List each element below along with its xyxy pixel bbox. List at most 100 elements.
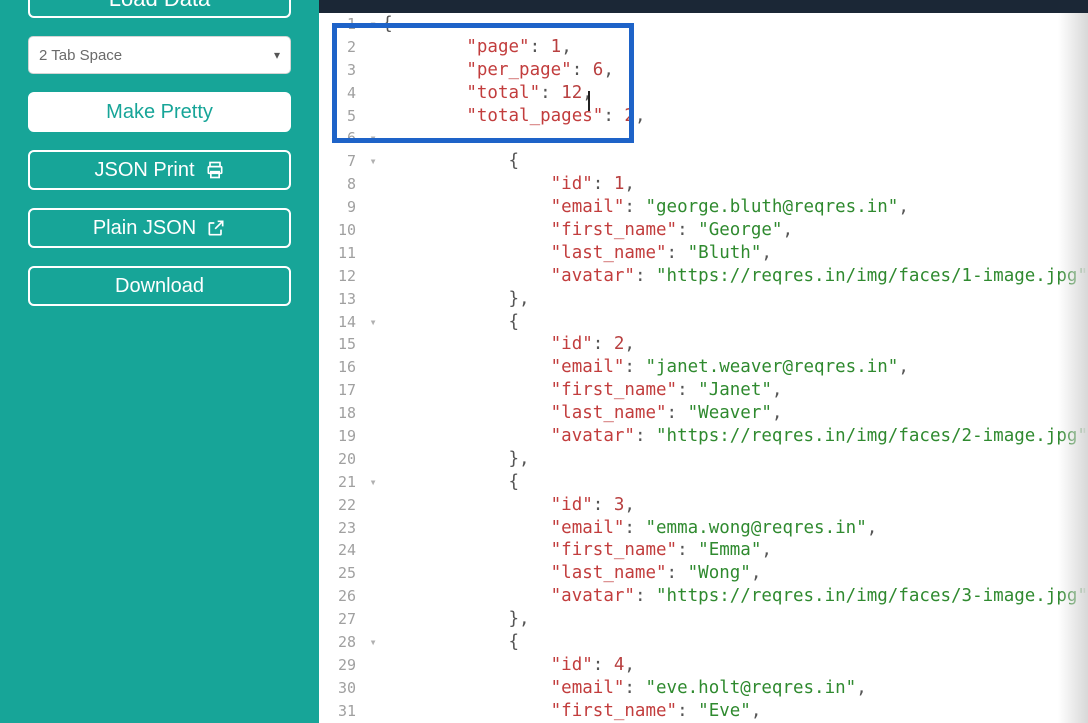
- line-number: 5: [319, 105, 356, 128]
- fold-spacer: [364, 494, 382, 517]
- line-number: 29: [319, 654, 356, 677]
- line-number: 21: [319, 471, 356, 494]
- code-line[interactable]: "avatar": "https://reqres.in/img/faces/1…: [382, 265, 1088, 288]
- fold-spacer: [364, 105, 382, 128]
- code-line[interactable]: },: [382, 288, 1088, 311]
- code-content[interactable]: { "page": 1, "per_page": 6, "total": 12,…: [382, 13, 1088, 723]
- line-number: 6: [319, 127, 356, 150]
- load-data-button[interactable]: Load Data: [28, 0, 291, 18]
- load-data-label: Load Data: [109, 0, 211, 12]
- line-number: 25: [319, 562, 356, 585]
- fold-spacer: [364, 173, 382, 196]
- line-number: 17: [319, 379, 356, 402]
- fold-spacer: [364, 562, 382, 585]
- editor-area: 1234567891011121314151617181920212223242…: [319, 0, 1088, 723]
- code-line[interactable]: "first_name": "Janet",: [382, 379, 1088, 402]
- code-line[interactable]: "first_name": "Eve",: [382, 700, 1088, 723]
- fold-toggle-icon[interactable]: ▾: [364, 311, 382, 334]
- fold-toggle-icon[interactable]: ▾: [364, 471, 382, 494]
- code-line[interactable]: "email": "emma.wong@reqres.in",: [382, 517, 1088, 540]
- fold-spacer: [364, 356, 382, 379]
- fold-spacer: [364, 700, 382, 723]
- line-number: 19: [319, 425, 356, 448]
- tab-space-label: 2 Tab Space: [39, 47, 122, 64]
- fold-toggle-icon[interactable]: ▾: [364, 631, 382, 654]
- line-number: 16: [319, 356, 356, 379]
- code-line[interactable]: "email": "george.bluth@reqres.in",: [382, 196, 1088, 219]
- sidebar: Load Data 2 Tab Space ▾ Make Pretty JSON…: [0, 0, 319, 723]
- line-number: 11: [319, 242, 356, 265]
- fold-spacer: [364, 265, 382, 288]
- fold-spacer: [364, 59, 382, 82]
- code-line[interactable]: "id": 3,: [382, 494, 1088, 517]
- line-number: 10: [319, 219, 356, 242]
- code-line[interactable]: "first_name": "George",: [382, 219, 1088, 242]
- code-line[interactable]: "last_name": "Bluth",: [382, 242, 1088, 265]
- chevron-down-icon: ▾: [274, 48, 280, 62]
- code-line[interactable]: "last_name": "Wong",: [382, 562, 1088, 585]
- code-line[interactable]: "avatar": "https://reqres.in/img/faces/2…: [382, 425, 1088, 448]
- line-number: 20: [319, 448, 356, 471]
- code-line[interactable]: },: [382, 608, 1088, 631]
- code-line[interactable]: "id": 2,: [382, 333, 1088, 356]
- line-number: 18: [319, 402, 356, 425]
- line-number: 26: [319, 585, 356, 608]
- tab-space-select[interactable]: 2 Tab Space ▾: [28, 36, 291, 74]
- line-number: 30: [319, 677, 356, 700]
- fold-column: ▾▾▾▾▾▾: [364, 13, 382, 723]
- code-line[interactable]: "page": 1,: [382, 36, 1088, 59]
- line-number: 7: [319, 150, 356, 173]
- fold-spacer: [364, 448, 382, 471]
- download-button[interactable]: Download: [28, 266, 291, 306]
- external-link-icon: [206, 218, 226, 238]
- line-number: 9: [319, 196, 356, 219]
- code-line[interactable]: {: [382, 311, 1088, 334]
- code-line[interactable]: {: [382, 471, 1088, 494]
- fold-spacer: [364, 82, 382, 105]
- code-line[interactable]: },: [382, 448, 1088, 471]
- fold-spacer: [364, 36, 382, 59]
- fold-spacer: [364, 288, 382, 311]
- code-line[interactable]: "email": "eve.holt@reqres.in",: [382, 677, 1088, 700]
- fold-toggle-icon[interactable]: ▾: [364, 150, 382, 173]
- download-label: Download: [115, 275, 204, 298]
- fold-spacer: [364, 539, 382, 562]
- json-print-button[interactable]: JSON Print: [28, 150, 291, 190]
- fold-spacer: [364, 219, 382, 242]
- line-number: 24: [319, 539, 356, 562]
- line-number: 14: [319, 311, 356, 334]
- code-line[interactable]: "per_page": 6,: [382, 59, 1088, 82]
- code-line[interactable]: "total_pages": 2,: [382, 105, 1088, 128]
- fold-spacer: [364, 517, 382, 540]
- code-line[interactable]: "id": 4,: [382, 654, 1088, 677]
- plain-json-label: Plain JSON: [93, 217, 196, 240]
- code-line[interactable]: "last_name": "Weaver",: [382, 402, 1088, 425]
- code-line[interactable]: "avatar": "https://reqres.in/img/faces/3…: [382, 585, 1088, 608]
- fold-toggle-icon[interactable]: ▾: [364, 13, 382, 36]
- line-number: 3: [319, 59, 356, 82]
- code-line[interactable]: {: [382, 631, 1088, 654]
- code-line[interactable]: "total": 12,: [382, 82, 1088, 105]
- code-line[interactable]: "first_name": "Emma",: [382, 539, 1088, 562]
- fold-spacer: [364, 402, 382, 425]
- plain-json-button[interactable]: Plain JSON: [28, 208, 291, 248]
- code-line[interactable]: {: [382, 150, 1088, 173]
- fold-spacer: [364, 379, 382, 402]
- code-editor[interactable]: 1234567891011121314151617181920212223242…: [319, 13, 1088, 723]
- code-line[interactable]: "id": 1,: [382, 173, 1088, 196]
- line-number: 1: [319, 13, 356, 36]
- editor-toolbar: [319, 0, 1088, 13]
- fold-toggle-icon[interactable]: ▾: [364, 127, 382, 150]
- line-number: 28: [319, 631, 356, 654]
- fold-spacer: [364, 585, 382, 608]
- code-line[interactable]: "email": "janet.weaver@reqres.in",: [382, 356, 1088, 379]
- fold-spacer: [364, 654, 382, 677]
- line-number: 12: [319, 265, 356, 288]
- line-number: 13: [319, 288, 356, 311]
- code-line[interactable]: {: [382, 13, 1088, 36]
- printer-icon: [205, 160, 225, 180]
- make-pretty-button[interactable]: Make Pretty: [28, 92, 291, 132]
- code-line[interactable]: [382, 127, 1088, 150]
- line-number-gutter: 1234567891011121314151617181920212223242…: [319, 13, 364, 723]
- line-number: 8: [319, 173, 356, 196]
